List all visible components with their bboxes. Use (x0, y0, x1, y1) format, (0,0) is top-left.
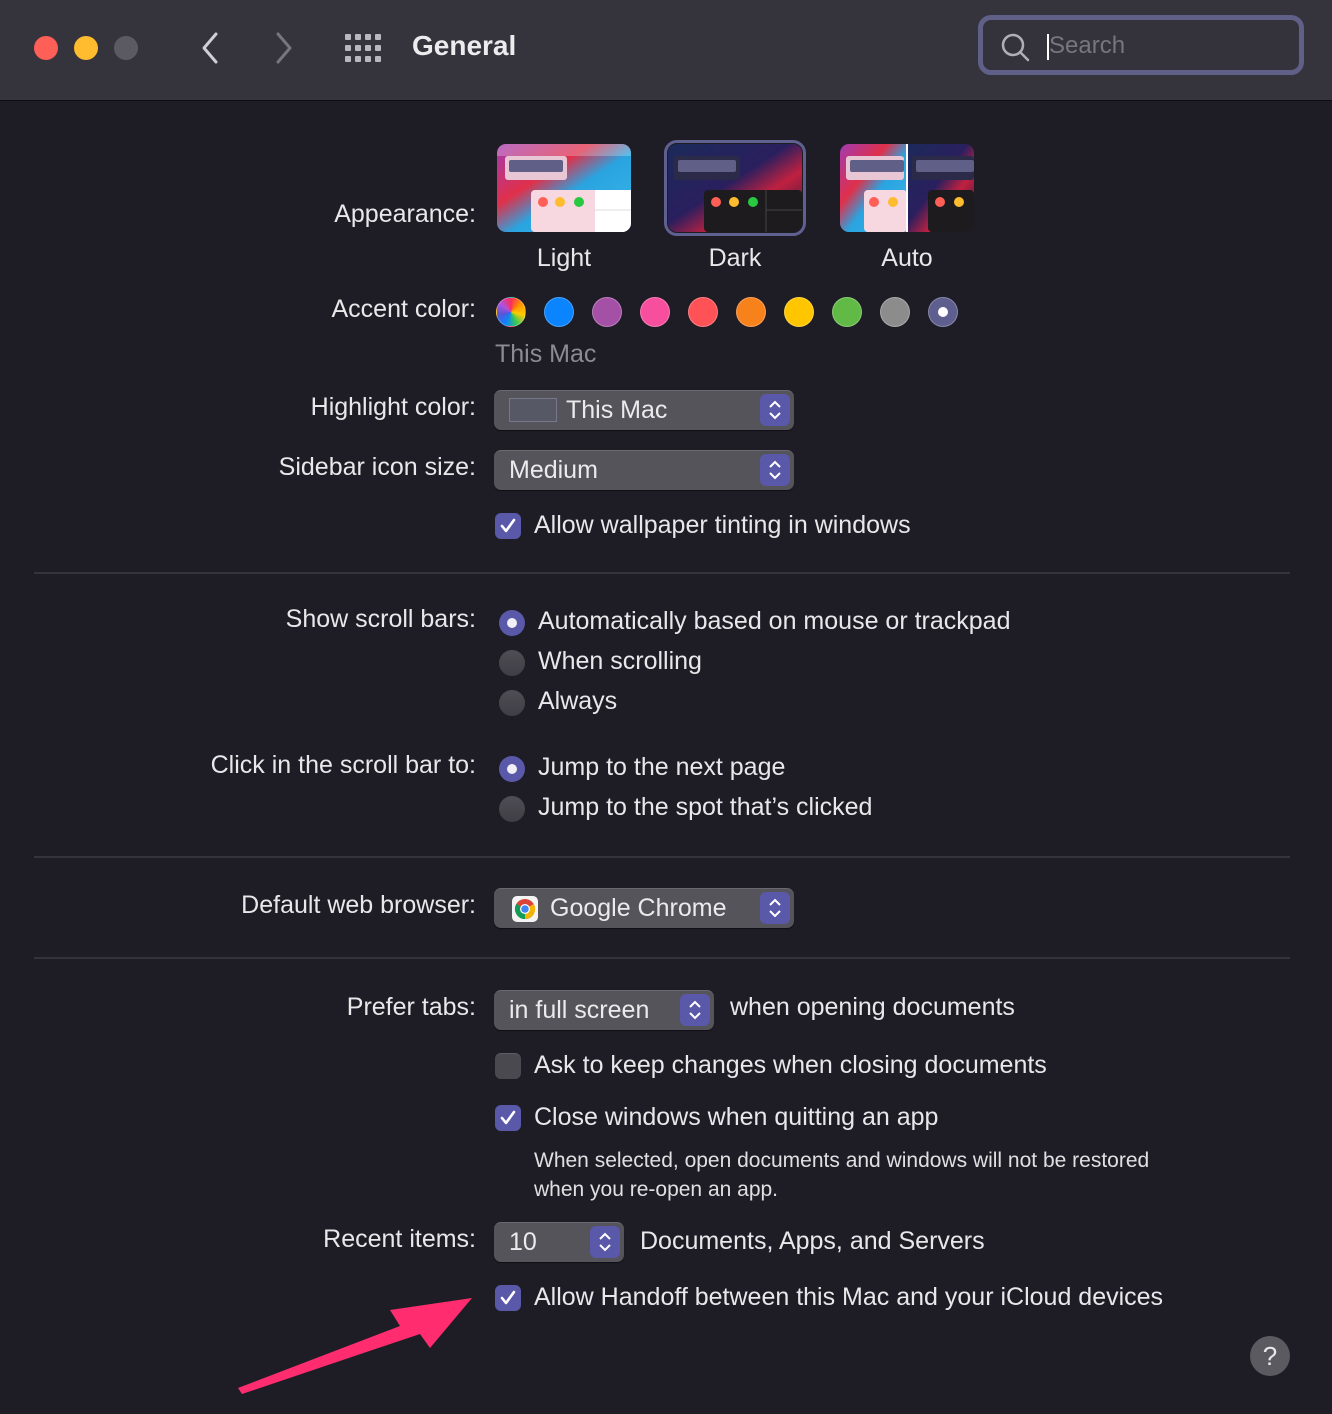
default-browser-label: Default web browser: (241, 891, 476, 919)
scroll-bars-automatic-label: Automatically based on mouse or trackpad (538, 607, 1011, 635)
popup-stepper-icon (590, 1226, 620, 1258)
minimize-window-button[interactable] (74, 36, 98, 60)
accent-orange-swatch[interactable] (736, 297, 766, 327)
scroll-bars-automatic-radio[interactable] (499, 610, 525, 636)
appearance-dark-label: Dark (708, 244, 762, 272)
highlight-color-value: This Mac (566, 396, 668, 424)
zoom-window-button[interactable] (114, 36, 138, 60)
scroll-bars-always-radio[interactable] (499, 690, 525, 716)
accent-pink-swatch[interactable] (640, 297, 670, 327)
click-scroll-bar-label: Click in the scroll bar to: (210, 751, 476, 779)
close-windows-note-line2: when you re-open an app. (534, 1178, 779, 1201)
appearance-label: Appearance: (334, 200, 476, 228)
default-browser-value: Google Chrome (550, 894, 727, 922)
handoff-label: Allow Handoff between this Mac and your … (534, 1283, 1164, 1311)
jump-spot-clicked-label: Jump to the spot that’s clicked (538, 793, 873, 821)
accent-yellow-swatch[interactable] (784, 297, 814, 327)
recent-items-label: Recent items: (323, 1225, 476, 1253)
prefer-tabs-suffix: when opening documents (730, 993, 1015, 1021)
back-button[interactable] (196, 28, 226, 68)
scroll-bars-when-scrolling-radio[interactable] (499, 650, 525, 676)
search-input[interactable] (1047, 28, 1291, 64)
checkmark-icon (500, 1110, 516, 1125)
accent-selected-caption: This Mac (495, 340, 597, 368)
appearance-auto-label: Auto (881, 244, 933, 272)
section-divider (34, 572, 1290, 574)
close-windows-label: Close windows when quitting an app (534, 1103, 939, 1131)
dark-mode-preview-icon (668, 144, 802, 232)
checkmark-icon (500, 1290, 516, 1305)
auto-mode-preview-icon (840, 144, 974, 232)
accent-red-swatch[interactable] (688, 297, 718, 327)
accent-blue-swatch[interactable] (544, 297, 574, 327)
close-windows-note-line1: When selected, open documents and window… (534, 1149, 1150, 1172)
light-mode-preview-icon (497, 144, 631, 232)
prefer-tabs-label: Prefer tabs: (346, 993, 476, 1021)
sidebar-icon-size-value: Medium (509, 456, 598, 484)
accent-color-label: Accent color: (331, 295, 476, 323)
accent-green-swatch[interactable] (832, 297, 862, 327)
jump-spot-clicked-radio[interactable] (499, 796, 525, 822)
show-all-grid-icon[interactable] (345, 34, 383, 62)
checkmark-icon (500, 518, 516, 533)
accent-this-mac-swatch[interactable] (928, 297, 958, 327)
window-title: General (412, 30, 517, 61)
title-bar: General (0, 0, 1332, 101)
highlight-color-swatch (509, 398, 557, 422)
appearance-light-label: Light (536, 244, 592, 272)
popup-stepper-icon (760, 394, 790, 426)
chevron-left-icon (202, 32, 218, 64)
accent-multicolor-swatch[interactable] (496, 297, 526, 327)
appearance-light-option[interactable] (497, 144, 631, 232)
wallpaper-tinting-label: Allow wallpaper tinting in windows (534, 511, 911, 539)
appearance-auto-option[interactable] (840, 144, 974, 232)
close-window-button[interactable] (34, 36, 58, 60)
accent-purple-swatch[interactable] (592, 297, 622, 327)
search-field[interactable] (978, 15, 1304, 75)
prefer-tabs-value: in full screen (509, 996, 650, 1024)
wallpaper-tinting-checkbox[interactable] (495, 513, 521, 539)
default-browser-popup[interactable]: Google Chrome (494, 888, 794, 928)
chevron-right-icon (276, 32, 292, 64)
jump-next-page-label: Jump to the next page (538, 753, 786, 781)
forward-button[interactable] (270, 28, 300, 68)
prefer-tabs-popup[interactable]: in full screen (494, 990, 714, 1030)
section-divider (34, 957, 1290, 959)
ask-keep-changes-label: Ask to keep changes when closing documen… (534, 1051, 1047, 1079)
close-windows-checkbox[interactable] (495, 1105, 521, 1131)
section-divider (34, 856, 1290, 858)
recent-items-value: 10 (509, 1228, 537, 1256)
annotation-arrow-icon (238, 1298, 472, 1394)
ask-keep-changes-checkbox[interactable] (495, 1053, 521, 1079)
handoff-checkbox[interactable] (495, 1285, 521, 1311)
scroll-bars-when-scrolling-label: When scrolling (538, 647, 702, 675)
sidebar-icon-size-label: Sidebar icon size: (278, 453, 476, 481)
highlight-color-popup[interactable]: This Mac (494, 390, 794, 430)
appearance-dark-option[interactable] (664, 140, 806, 236)
accent-graphite-swatch[interactable] (880, 297, 910, 327)
popup-stepper-icon (760, 454, 790, 486)
chrome-icon (512, 896, 538, 922)
popup-stepper-icon (760, 892, 790, 924)
help-button[interactable]: ? (1250, 1336, 1290, 1376)
search-icon (1001, 33, 1030, 62)
scroll-bars-always-label: Always (538, 687, 618, 715)
recent-items-suffix: Documents, Apps, and Servers (640, 1227, 985, 1255)
jump-next-page-radio[interactable] (499, 756, 525, 782)
highlight-color-label: Highlight color: (310, 393, 476, 421)
show-scroll-bars-label: Show scroll bars: (285, 605, 476, 633)
recent-items-popup[interactable]: 10 (494, 1222, 624, 1262)
popup-stepper-icon (680, 994, 710, 1026)
sidebar-icon-size-popup[interactable]: Medium (494, 450, 794, 490)
